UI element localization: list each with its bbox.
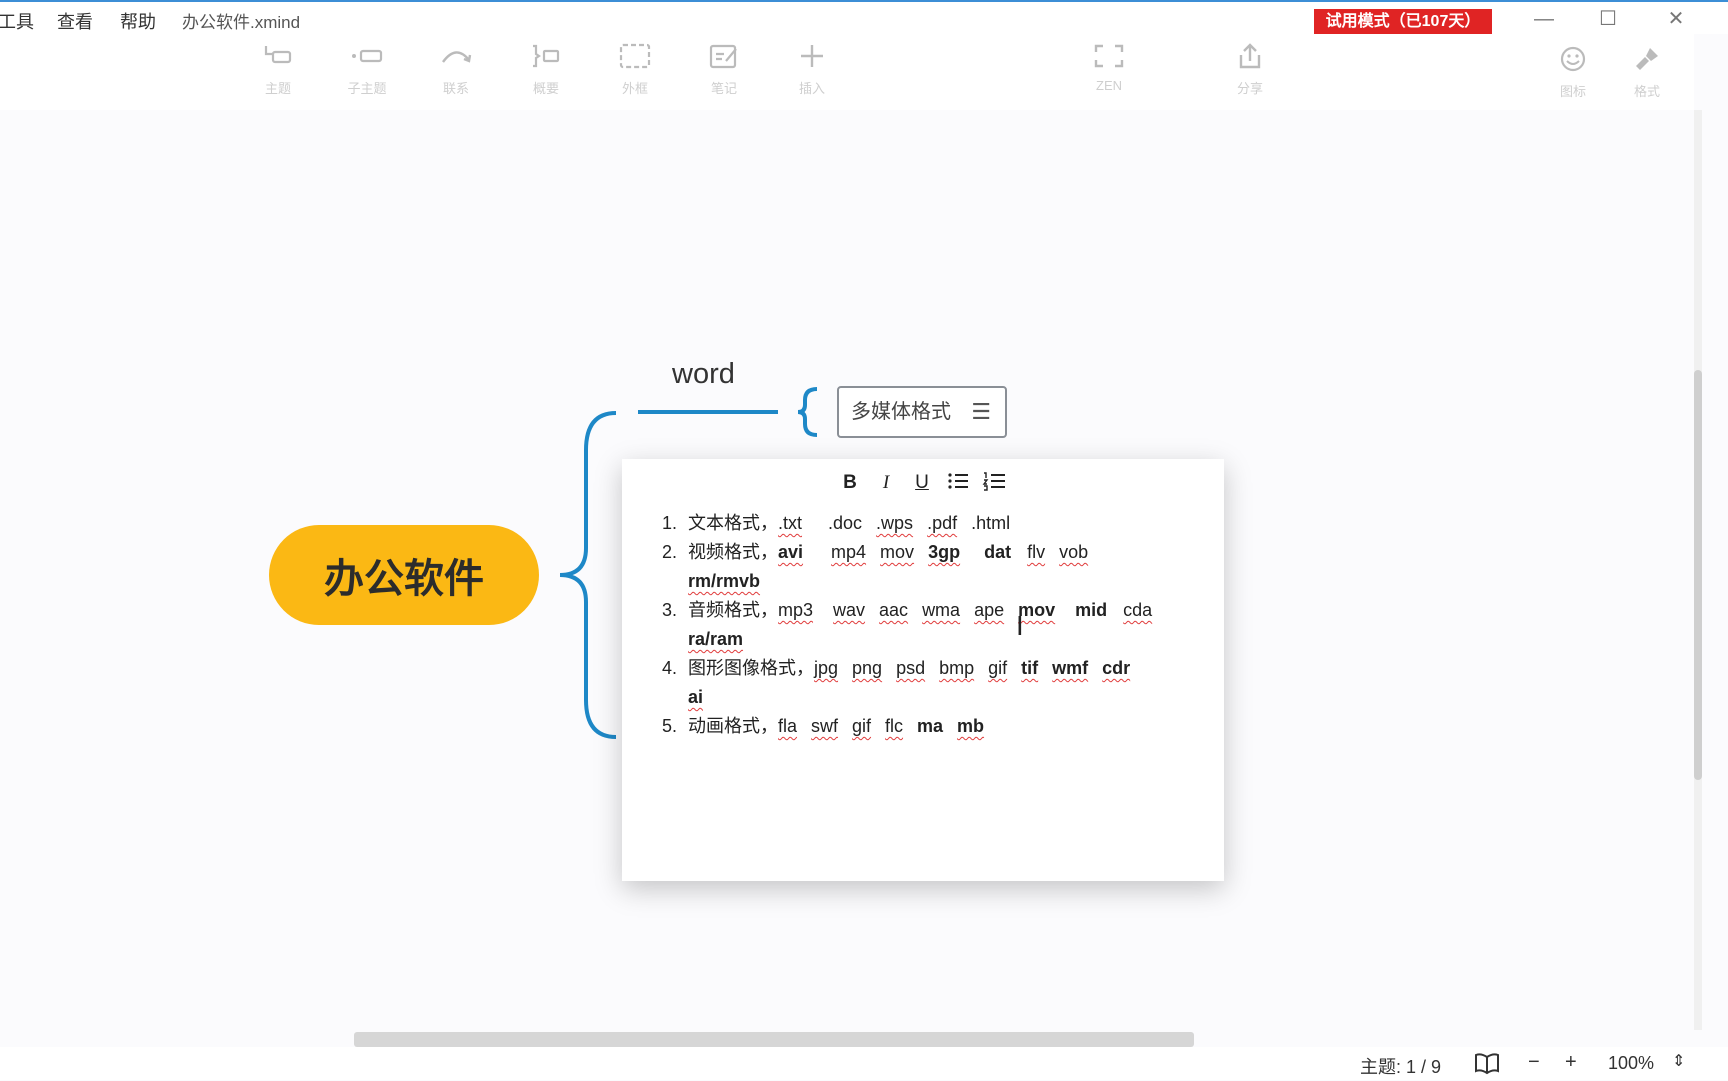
notes-ordered-list[interactable]: 1. 文本格式，.txt .doc .wps .pdf .html 2. 视频格式，avi m…	[662, 509, 1202, 741]
outline-view-icon[interactable]	[1474, 1051, 1500, 1081]
topic-text: 多媒体格式	[851, 401, 951, 423]
zoom-out-button[interactable]: −	[1528, 1051, 1540, 1074]
format-token: mp3	[778, 600, 814, 620]
format-token: ape	[974, 600, 1005, 620]
format-token: ra/ram	[688, 629, 744, 649]
list-number: 2.	[662, 542, 678, 562]
format-token: mov	[880, 542, 915, 562]
note-item-animation-formats: 5. 动画格式，fla swf gif flc ma mb	[662, 712, 1202, 741]
format-token: cda	[1123, 600, 1153, 620]
zoom-stepper-icon[interactable]: ⇕	[1672, 1051, 1685, 1071]
zoom-in-button[interactable]: +	[1565, 1051, 1577, 1074]
format-token: flv	[1027, 542, 1046, 562]
format-token: psd	[896, 658, 926, 678]
list-number: 1.	[662, 513, 678, 533]
format-token: avi	[778, 542, 804, 562]
format-token: aac	[879, 600, 909, 620]
format-token: fla	[778, 716, 798, 736]
list-number: 3.	[662, 600, 678, 620]
note-item-text-formats: 1. 文本格式，.txt .doc .wps .pdf .html	[662, 509, 1202, 538]
format-token: flc	[885, 716, 904, 736]
format-token: ma	[917, 716, 944, 736]
list-item-prefix: 音频格式，	[688, 600, 778, 620]
format-token: tif	[1021, 658, 1039, 678]
vertical-scrollbar-thumb[interactable]	[1694, 370, 1702, 780]
format-token: .pdf	[927, 513, 958, 533]
format-token: wav	[833, 600, 866, 620]
branch-label-word[interactable]: word	[672, 358, 735, 391]
list-item-prefix: 图形图像格式，	[688, 658, 814, 678]
list-number: 4.	[662, 658, 678, 678]
zoom-level[interactable]: 100%	[1608, 1053, 1654, 1074]
text-cursor-icon: I	[1016, 612, 1024, 642]
format-token: png	[852, 658, 883, 678]
format-token: .html	[971, 513, 1011, 533]
format-token: .doc	[828, 513, 863, 533]
list-number: 5.	[662, 716, 678, 736]
format-token: mp4	[831, 542, 867, 562]
note-item-video-formats: 2. 视频格式，avi mp4 mov 3gp dat flv vob rm/rmvb	[662, 538, 1202, 596]
underline-button[interactable]: U	[908, 471, 936, 495]
note-item-image-formats: 4. 图形图像格式，jpg png psd bmp gif tif wmf cdr ai	[662, 654, 1202, 712]
note-item-audio-formats: 3. 音频格式，mp3 wav aac wma ape mov mid cda ra/ram	[662, 596, 1202, 654]
format-token: mov	[1018, 600, 1056, 620]
format-token: .txt	[778, 513, 803, 533]
format-token: gif	[988, 658, 1008, 678]
format-token: mid	[1075, 600, 1108, 620]
topic-multimedia-formats[interactable]: 多媒体格式 ☰	[837, 386, 1007, 438]
list-item-prefix: 视频格式，	[688, 542, 778, 562]
format-token: wmf	[1052, 658, 1089, 678]
numbered-list-icon[interactable]	[980, 471, 1008, 495]
bullet-list-icon[interactable]	[944, 471, 972, 495]
format-token: swf	[811, 716, 839, 736]
notes-editor[interactable]: B I U 1. 文本格式，.txt .doc .wps .pdf .html 2. 视频格…	[622, 459, 1224, 881]
format-token: 3gp	[928, 542, 961, 562]
italic-button[interactable]: I	[872, 471, 900, 495]
format-token: bmp	[939, 658, 975, 678]
format-token: wma	[922, 600, 961, 620]
bold-button[interactable]: B	[836, 471, 864, 495]
format-token: .wps	[876, 513, 914, 533]
topic-count: 主题: 1 / 9	[1360, 1057, 1442, 1077]
format-token: jpg	[814, 658, 839, 678]
format-token: dat	[984, 542, 1012, 562]
status-bar: 主题: 1 / 9 − + 100% ⇕	[0, 1047, 1728, 1080]
format-token: rm/rmvb	[688, 571, 761, 591]
note-indicator-icon[interactable]: ☰	[971, 388, 991, 436]
format-token: cdr	[1102, 658, 1131, 678]
format-token: mb	[957, 716, 985, 736]
horizontal-scrollbar-thumb[interactable]	[354, 1032, 1194, 1047]
format-token: vob	[1059, 542, 1089, 562]
format-token: ai	[688, 687, 704, 707]
format-token: gif	[852, 716, 872, 736]
central-topic[interactable]: 办公软件	[269, 525, 539, 625]
list-item-prefix: 文本格式，	[688, 513, 778, 533]
list-item-prefix: 动画格式，	[688, 716, 778, 736]
